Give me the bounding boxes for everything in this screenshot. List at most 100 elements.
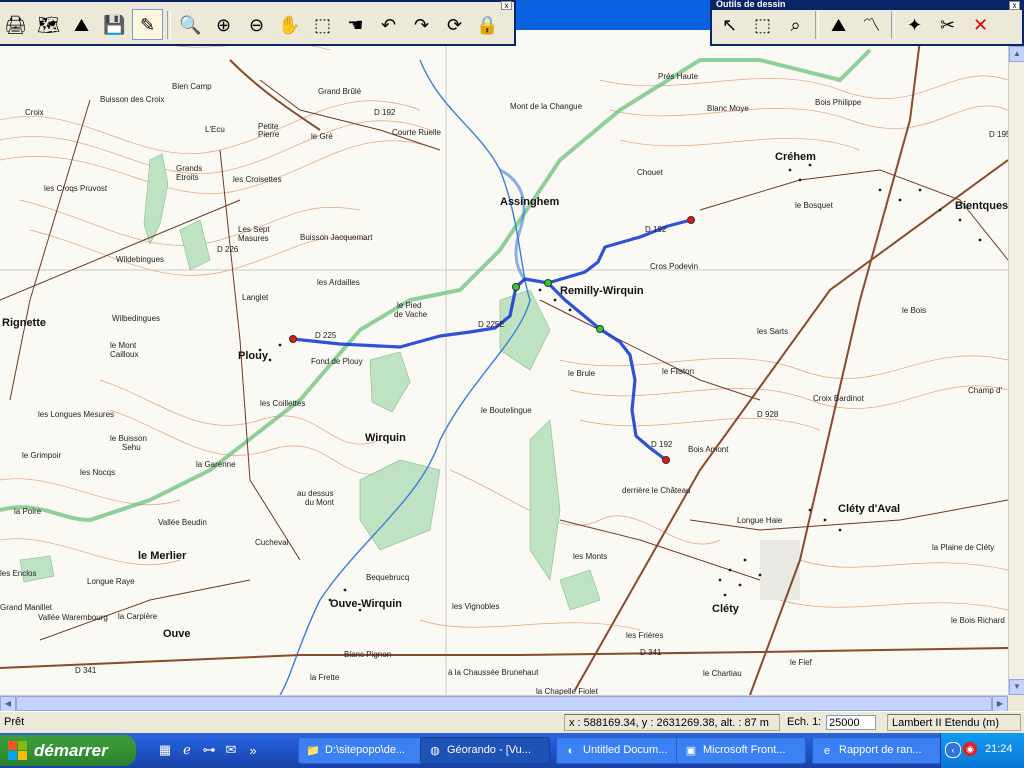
map-label: les Coillettes [260,399,306,408]
windows-flag-icon [8,740,28,761]
map-label: de Vache [394,310,428,319]
map-label: Courte Ruelle [392,128,441,137]
save-icon[interactable]: 💾 [99,9,130,40]
scroll-corner [1008,695,1024,711]
ie-icon: e [823,745,831,757]
profile-icon[interactable]: ⛰ [66,9,97,40]
select-zone-icon[interactable]: ⌕ [780,9,811,40]
map-label: Bequebrucq [366,573,410,582]
map-label: derrière le Château [622,486,691,495]
map-label: Vallée Warembourg [38,613,108,622]
map-label: D 192 [651,440,673,449]
refresh-icon[interactable]: ⟳ [439,9,470,40]
app-quicklaunch-icon[interactable]: ⊶ [200,741,218,759]
route-endpoint-marker[interactable] [289,335,297,343]
tray-expand-icon[interactable]: ‹ [945,742,961,758]
map-label: le Bosquet [795,201,833,210]
map-label: Remilly-Wirquin [560,285,644,297]
window-titlebar [516,0,710,30]
search-icon[interactable]: 🔍 [175,9,206,40]
taskbar-button[interactable]: ▣ Microsoft Front... [676,737,806,764]
system-tray: ‹ ◉ 21:24 [940,733,1024,768]
route-waypoint-marker[interactable] [544,279,552,287]
map-label: Buisson Jacquemart [300,233,373,242]
taskbar-button-label: Untitled Docum... [583,744,668,756]
map-label: la Frette [310,673,340,682]
taskbar-button-label: Géorando - [Vu... [447,744,531,756]
close-drawing-tools-button[interactable]: x [1009,1,1020,10]
map-label: le Mont [110,341,137,350]
map-label: les Sarts [757,327,789,336]
taskbar-button[interactable]: ◐ Untitled Docum... [556,737,686,764]
map-label: D 195 [989,130,1008,139]
map-label: Cléty d'Aval [838,503,901,515]
toolbar-separator [815,10,819,39]
pencil-icon[interactable]: ✎ [132,9,163,40]
map-label: les Nocqs [80,468,116,477]
start-button[interactable]: démarrer [0,735,136,766]
georando-icon: ◍ [430,745,440,757]
map-label: Grand Manillet [0,603,53,612]
map-label: Pierre [258,130,280,139]
map-label: Bientques [955,200,1008,212]
mail-icon[interactable]: ✉ [222,741,240,759]
open-map-icon[interactable]: 🗺 [33,9,64,40]
scroll-left-icon[interactable]: ◀ [0,696,16,712]
hand-icon[interactable]: ☚ [340,9,371,40]
route-waypoint-marker[interactable] [596,325,604,333]
route-endpoint-marker[interactable] [687,216,695,224]
taskbar-button-label: D:\sitepopo\de... [325,744,406,756]
map-label: Cléty [712,603,739,615]
zoom-rect-icon[interactable]: ⬚ [307,9,338,40]
map-label: Les Sept [238,225,270,234]
taskbar-button[interactable]: e Rapport de ran... [812,737,942,764]
map-label: le Buisson [110,434,147,443]
vertical-scrollbar[interactable]: ▲ ▼ [1008,46,1024,695]
marker-icon[interactable]: ✦ [899,9,930,40]
delete-icon[interactable]: ✕ [965,9,996,40]
pan-hand-icon[interactable]: ✋ [274,9,305,40]
redo-icon[interactable]: ↷ [406,9,437,40]
cut-route-icon[interactable]: ✂ [932,9,963,40]
map-label: le Gré [311,132,333,141]
map-label: le Bois Richard [951,616,1005,625]
route-endpoint-marker[interactable] [662,456,670,464]
scroll-right-icon[interactable]: ▶ [992,696,1008,712]
scroll-down-icon[interactable]: ▼ [1009,679,1024,695]
print-icon[interactable]: 🖨 [0,9,31,40]
map-label: D 225 [315,331,337,340]
more-icon[interactable]: » [244,741,262,759]
map-label: Assinghem [500,196,560,208]
undo-icon[interactable]: ↶ [373,9,404,40]
close-toolbar-button[interactable]: x [501,1,512,10]
taskbar-button[interactable]: ◍ Géorando - [Vu... [420,737,550,764]
zoom-in-icon[interactable]: ⊕ [208,9,239,40]
route-waypoint-marker[interactable] [512,283,520,291]
tray-app-icon[interactable]: ◉ [963,742,977,756]
horizontal-scroll-thumb[interactable] [16,696,992,711]
map-label: Grand Brûlé [318,87,362,96]
map-label: D 226 [217,245,239,254]
scroll-up-icon[interactable]: ▲ [1009,46,1024,62]
select-arrow-icon[interactable]: ↖ [714,9,745,40]
lock-icon[interactable]: 🔒 [472,9,503,40]
ie-quicklaunch-icon[interactable]: ℯ [178,741,196,759]
map-label: le Boutelingue [481,406,532,415]
select-rect-icon[interactable]: ⬚ [747,9,778,40]
desktop-icon[interactable]: ▦ [156,741,174,759]
clock[interactable]: 21:24 [985,743,1013,755]
map-label: les Friéres [626,631,664,640]
map-label: Longue Haie [737,516,783,525]
map-canvas[interactable]: Bien Camp Grand Brûlé Mont de la Changue Pr… [0,0,1008,695]
taskbar-button[interactable]: 📁 D:\sitepopo\de... [298,737,428,764]
toolbar-separator [167,10,171,39]
scale-input[interactable] [826,715,876,730]
map-label: Champ d' [968,386,1002,395]
zoom-out-icon[interactable]: ⊖ [241,9,272,40]
terrain-profile-icon[interactable]: ⛰ [823,9,854,40]
horizontal-scrollbar[interactable]: ◀ ▶ [0,695,1008,712]
map-label: Rignette [2,317,46,329]
draw-route-icon[interactable]: 〽 [856,9,887,40]
map-label: Cucheval [255,538,289,547]
map-label: les Monts [573,552,608,561]
